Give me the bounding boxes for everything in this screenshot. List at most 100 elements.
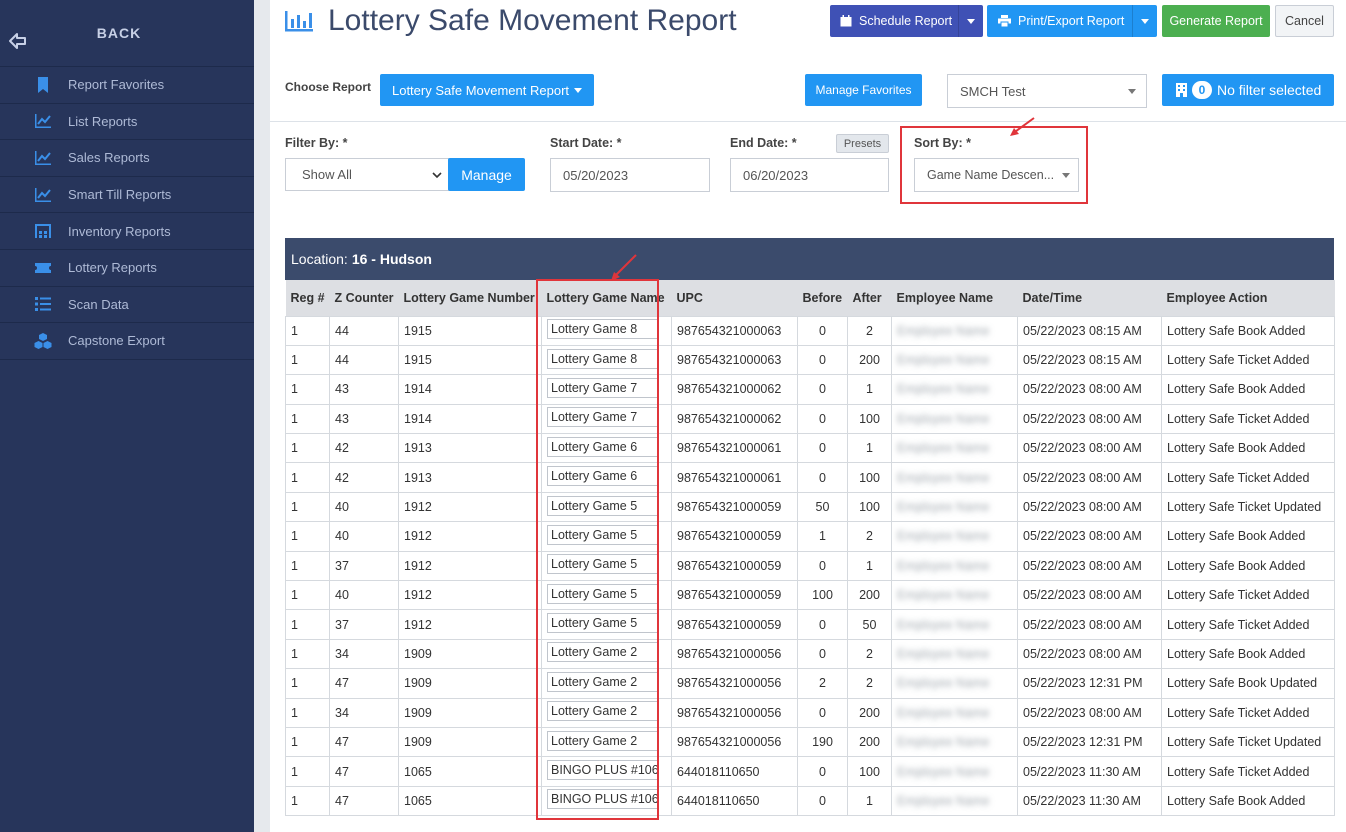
table-cell: 0 xyxy=(797,638,848,670)
sidebar-item-report-favorites[interactable]: Report Favorites xyxy=(0,67,254,104)
table-cell: 1909 xyxy=(398,726,542,758)
table-cell: 1915 xyxy=(398,344,542,376)
table-cell: 1 xyxy=(847,550,892,582)
table-cell: Employee Name xyxy=(891,785,1018,817)
sidebar-item-label: Report Favorites xyxy=(68,77,165,93)
print-export-button[interactable]: Print/Export Report xyxy=(987,5,1157,37)
table-cell: 987654321000056 xyxy=(671,697,798,728)
table-cell: Employee Name xyxy=(891,697,1018,728)
table-cell: 43 xyxy=(329,403,399,435)
generate-report-button[interactable]: Generate Report xyxy=(1162,5,1270,37)
location-filter-button[interactable]: 0 No filter selected xyxy=(1162,74,1334,106)
sidebar-item-sales-reports[interactable]: Sales Reports xyxy=(0,140,254,177)
table-cell: 1 xyxy=(847,433,892,464)
table-cell: Lottery Safe Ticket Added xyxy=(1161,580,1335,611)
table-row: 1 37 1912 Lottery Game 5 987654321000059 0 1 Em… xyxy=(285,550,1335,582)
blurred-employee-name: Employee Name xyxy=(897,500,990,515)
sidebar-item-label: Scan Data xyxy=(68,296,129,312)
table-cell: 0 xyxy=(797,462,848,493)
filter-by-select[interactable]: Show All xyxy=(285,158,449,191)
table-cell: 05/22/2023 12:31 PM xyxy=(1017,726,1162,758)
column-header[interactable]: Date/Time xyxy=(1017,280,1162,316)
table-cell: 1 xyxy=(285,315,330,346)
sidebar-item-scan-data[interactable]: Scan Data xyxy=(0,287,254,324)
location-header: Location: 16 - Hudson xyxy=(285,238,1334,280)
table-cell: 1914 xyxy=(398,374,542,405)
column-header[interactable]: Lottery Game Number xyxy=(398,280,542,316)
report-table-section: Location: 16 - Hudson Reg # Z Counter Lott… xyxy=(285,238,1335,817)
sidebar: BACK Report Favorites List Reports Sales R… xyxy=(0,0,254,832)
table-cell: 05/22/2023 12:31 PM xyxy=(1017,668,1162,699)
table-cell: Lottery Safe Book Added xyxy=(1161,550,1335,582)
table-cell: Lottery Safe Book Added xyxy=(1161,433,1335,464)
calendar-icon xyxy=(840,15,852,27)
schedule-dropdown-toggle[interactable] xyxy=(958,5,983,37)
table-cell: 47 xyxy=(329,785,399,817)
sidebar-item-label: Inventory Reports xyxy=(68,223,171,239)
table-cell: Employee Name xyxy=(891,433,1018,464)
print-dropdown-toggle[interactable] xyxy=(1132,5,1157,37)
manage-button[interactable]: Manage xyxy=(448,158,525,191)
sidebar-item-list-reports[interactable]: List Reports xyxy=(0,104,254,141)
column-header[interactable]: Before xyxy=(797,280,848,316)
table-cell: 0 xyxy=(797,344,848,376)
location-label: Location: xyxy=(291,251,348,267)
chevron-down-icon xyxy=(432,172,442,179)
column-header[interactable]: Reg # xyxy=(285,280,330,316)
table-cell: 2 xyxy=(797,668,848,699)
column-header[interactable]: Employee Action xyxy=(1161,280,1335,316)
cancel-button[interactable]: Cancel xyxy=(1275,5,1334,37)
sidebar-item-capstone-export[interactable]: Capstone Export xyxy=(0,323,254,360)
table-cell: 1 xyxy=(285,726,330,758)
table-row: 1 42 1913 Lottery Game 6 987654321000061 0 1 Em… xyxy=(285,433,1335,464)
start-date-input[interactable]: 05/20/2023 xyxy=(550,158,710,192)
table-body: 1 44 1915 Lottery Game 8 987654321000063 0 2 Em… xyxy=(285,315,1335,817)
column-header[interactable]: Z Counter xyxy=(329,280,399,316)
sidebar-item-lottery-reports[interactable]: Lottery Reports xyxy=(0,250,254,287)
schedule-report-button[interactable]: Schedule Report xyxy=(830,5,983,37)
column-header[interactable]: UPC xyxy=(671,280,798,316)
table-cell: 05/22/2023 08:15 AM xyxy=(1017,315,1162,346)
table-cell: 1 xyxy=(285,785,330,817)
table-cell: Lottery Safe Ticket Added xyxy=(1161,462,1335,493)
blurred-employee-name: Employee Name xyxy=(897,323,990,338)
table-row: 1 37 1912 Lottery Game 5 987654321000059 0 50 E… xyxy=(285,609,1335,640)
caret-down-icon xyxy=(967,18,975,24)
end-date-input[interactable]: 06/20/2023 xyxy=(730,158,889,192)
table-cell: Lottery Safe Ticket Added xyxy=(1161,344,1335,376)
location-value: 16 - Hudson xyxy=(351,251,432,267)
back-button[interactable]: BACK xyxy=(0,0,254,67)
manage-favorites-button[interactable]: Manage Favorites xyxy=(805,74,922,106)
table-cell: 44 xyxy=(329,344,399,376)
blurred-employee-name: Employee Name xyxy=(897,646,990,661)
divider xyxy=(270,121,1346,122)
table-cell: 987654321000063 xyxy=(671,315,798,346)
table-cell: 44 xyxy=(329,315,399,346)
table-cell: 0 xyxy=(797,785,848,817)
gutter xyxy=(254,0,270,832)
sidebar-item-smart-till-reports[interactable]: Smart Till Reports xyxy=(0,177,254,214)
table-cell: 190 xyxy=(797,726,848,758)
table-cell: 05/22/2023 08:15 AM xyxy=(1017,344,1162,376)
table-cell: 1 xyxy=(285,756,330,787)
table-cell: 1914 xyxy=(398,403,542,435)
table-cell: 50 xyxy=(847,609,892,640)
sidebar-item-inventory-reports[interactable]: Inventory Reports xyxy=(0,213,254,250)
table-cell: Lottery Safe Book Added xyxy=(1161,521,1335,552)
presets-button[interactable]: Presets xyxy=(836,134,889,153)
table-cell: 05/22/2023 08:00 AM xyxy=(1017,462,1162,493)
table-cell: 1 xyxy=(797,521,848,552)
table-cell: 987654321000059 xyxy=(671,521,798,552)
table-cell: 1065 xyxy=(398,785,542,817)
column-header[interactable]: After xyxy=(847,280,892,316)
table-cell: 1909 xyxy=(398,697,542,728)
column-header[interactable]: Employee Name xyxy=(891,280,1018,316)
table-cell: 200 xyxy=(847,580,892,611)
blurred-employee-name: Employee Name xyxy=(897,558,990,573)
choose-report-dropdown[interactable]: Lottery Safe Movement Report xyxy=(380,74,594,106)
table-cell: Employee Name xyxy=(891,609,1018,640)
table-cell: 1 xyxy=(285,580,330,611)
back-label: BACK xyxy=(96,25,142,41)
table-cell: Employee Name xyxy=(891,580,1018,611)
store-select[interactable]: SMCH Test xyxy=(947,74,1147,108)
